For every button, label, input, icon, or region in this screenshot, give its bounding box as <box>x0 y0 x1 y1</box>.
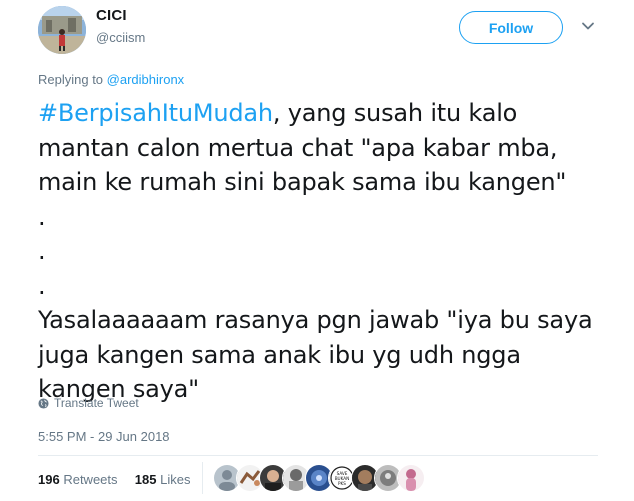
translate-tweet-link[interactable]: Translate Tweet <box>38 396 139 410</box>
retweets-label[interactable]: Retweets <box>63 472 117 487</box>
user-display-name[interactable]: CICI <box>96 7 127 24</box>
tweet-line: mantan calon mertua chat "apa kabar mba, <box>38 133 558 162</box>
globe-icon <box>38 397 49 409</box>
retweets-count[interactable]: 196 <box>38 472 60 487</box>
liker-avatar[interactable] <box>397 464 425 492</box>
likes-count[interactable]: 185 <box>135 472 157 487</box>
tweet-line: Yasalaaaaaam rasanya pgn jawab "iya bu s… <box>38 306 593 334</box>
translate-label: Translate Tweet <box>54 396 139 410</box>
svg-text:PKS: PKS <box>338 481 346 486</box>
divider <box>38 455 598 456</box>
likes-label[interactable]: Likes <box>160 472 190 487</box>
user-handle[interactable]: @cciism <box>96 30 145 45</box>
chevron-down-icon[interactable] <box>580 18 596 34</box>
avatar-photo <box>38 6 86 54</box>
user-avatar[interactable] <box>38 6 86 54</box>
tweet-text-segment: , yang susah itu kalo <box>272 99 518 127</box>
follow-button[interactable]: Follow <box>459 11 563 44</box>
tweet-line: main ke rumah sini bapak sama ibu kangen… <box>38 168 567 196</box>
tweet-stats: 196 Retweets 185 Likes <box>38 472 190 487</box>
replying-to-link[interactable]: @ardibhironx <box>107 72 185 87</box>
tweet-line: . <box>38 202 46 231</box>
tweet-line: #BerpisahItuMudah, yang susah itu kalo <box>38 96 618 131</box>
tweet-line: juga kangen sama anak ibu yg udh ngga <box>38 340 521 369</box>
tweet-timestamp[interactable]: 5:55 PM - 29 Jun 2018 <box>38 429 170 444</box>
stats-separator <box>202 462 203 494</box>
tweet-line: . <box>38 237 46 265</box>
replying-to: Replying to @ardibhironx <box>38 72 184 87</box>
hashtag-link[interactable]: #BerpisahItuMudah <box>38 99 273 127</box>
tweet-line: . <box>38 271 46 300</box>
replying-prefix: Replying to <box>38 72 104 87</box>
tweet-text: #BerpisahItuMudah, yang susah itu kalo m… <box>38 96 618 407</box>
